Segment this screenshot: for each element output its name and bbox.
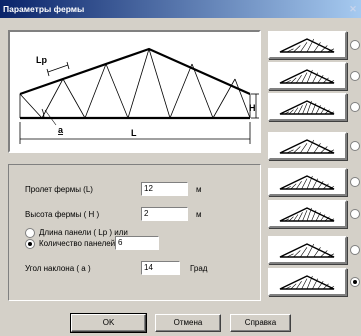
truss-type-5[interactable] bbox=[268, 168, 347, 196]
truss-type-radio-4[interactable] bbox=[350, 141, 360, 151]
truss-type-radio-3[interactable] bbox=[350, 102, 360, 112]
truss-type-radio-8[interactable] bbox=[350, 277, 360, 287]
truss-type-icon bbox=[279, 139, 335, 154]
label-l: L bbox=[131, 128, 137, 138]
ok-button[interactable]: OK bbox=[70, 313, 147, 333]
truss-type-icon bbox=[279, 175, 335, 190]
panel-count-label: Количество панелей bbox=[39, 239, 116, 248]
help-button[interactable]: Справка bbox=[230, 314, 291, 332]
truss-type-icon bbox=[279, 100, 335, 115]
truss-type-6[interactable] bbox=[268, 200, 347, 228]
truss-type-radio-6[interactable] bbox=[350, 209, 360, 219]
truss-type-1[interactable] bbox=[268, 31, 347, 59]
truss-type-8[interactable] bbox=[268, 268, 347, 296]
truss-type-7[interactable] bbox=[268, 236, 347, 264]
truss-type-2[interactable] bbox=[268, 62, 347, 90]
angle-unit: Град bbox=[190, 264, 208, 273]
panel-count-input[interactable]: 6 bbox=[115, 236, 159, 250]
angle-label: Угол наклона ( a ) bbox=[25, 264, 91, 273]
label-h: H bbox=[249, 103, 256, 113]
span-input[interactable]: 12 bbox=[141, 182, 188, 196]
truss-type-radio-2[interactable] bbox=[350, 71, 360, 81]
truss-diagram: Lp a H L bbox=[19, 47, 259, 144]
cancel-button[interactable]: Отмена bbox=[155, 314, 221, 332]
span-label: Пролет фермы (L) bbox=[25, 185, 93, 194]
truss-type-radio-7[interactable] bbox=[350, 245, 360, 255]
angle-input[interactable]: 14 bbox=[141, 261, 180, 275]
truss-type-radio-5[interactable] bbox=[350, 177, 360, 187]
truss-type-3[interactable] bbox=[268, 93, 347, 121]
truss-type-icon bbox=[279, 207, 335, 222]
truss-type-icon bbox=[279, 69, 335, 84]
truss-preview: Lp a H L bbox=[8, 30, 261, 153]
close-icon[interactable]: ✕ bbox=[346, 2, 360, 16]
truss-type-icon bbox=[279, 275, 335, 290]
height-label: Высота фермы ( H ) bbox=[25, 210, 100, 219]
truss-type-radio-1[interactable] bbox=[350, 40, 360, 50]
title-bar: Параметры фермы ✕ bbox=[0, 0, 361, 18]
panel-length-radio[interactable] bbox=[25, 228, 35, 238]
label-lp: Lp bbox=[36, 55, 47, 65]
height-unit: м bbox=[196, 210, 202, 219]
truss-type-icon bbox=[279, 243, 335, 258]
label-a: a bbox=[58, 125, 64, 135]
panel-count-radio[interactable] bbox=[25, 239, 35, 249]
truss-type-icon bbox=[279, 38, 335, 53]
height-input[interactable]: 2 bbox=[141, 207, 188, 221]
span-unit: м bbox=[196, 185, 202, 194]
window-title: Параметры фермы bbox=[3, 4, 85, 14]
truss-type-4[interactable] bbox=[268, 132, 347, 160]
